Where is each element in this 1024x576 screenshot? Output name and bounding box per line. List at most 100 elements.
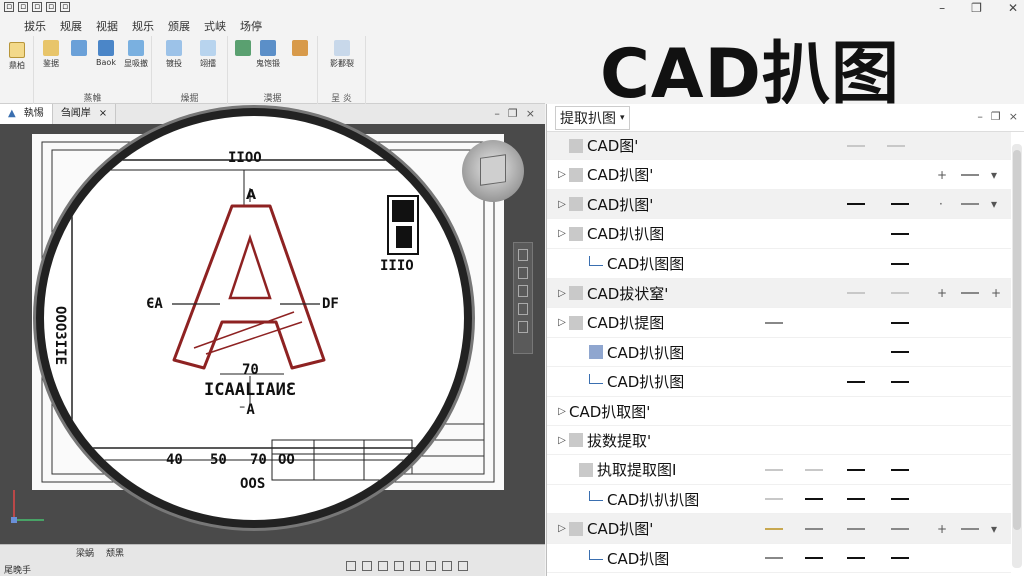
property-line[interactable] — [847, 380, 865, 383]
minimize-icon[interactable]: – — [939, 1, 945, 15]
zoom-icon[interactable] — [518, 267, 528, 279]
property-line[interactable] — [891, 292, 909, 294]
orbit-icon[interactable] — [518, 285, 528, 297]
tree-row[interactable]: ▷ CAD扒图' + ▾ — [547, 160, 1011, 190]
tool-measure[interactable] — [286, 40, 314, 58]
tab-1[interactable]: 规展 — [60, 18, 82, 34]
tool-5[interactable]: 翊擂 — [194, 40, 222, 69]
steering-wheel-icon[interactable] — [518, 321, 528, 333]
tool-1[interactable]: 鉴据 — [38, 40, 64, 69]
annotation-icon[interactable] — [442, 561, 452, 571]
polar-icon[interactable] — [394, 561, 404, 571]
tree-row[interactable]: CAD扒扒图 — [547, 338, 1011, 367]
property-line[interactable] — [765, 468, 783, 471]
property-line[interactable] — [805, 527, 823, 530]
expand-icon[interactable]: ▷ — [555, 228, 569, 239]
layout-tab-model[interactable]: 梁蜗 — [76, 546, 94, 559]
lineweight-icon[interactable] — [426, 561, 436, 571]
property-line[interactable] — [805, 498, 823, 500]
close-icon[interactable]: × — [526, 107, 535, 120]
property-line[interactable] — [847, 557, 865, 559]
property-line[interactable] — [961, 527, 979, 530]
property-line[interactable] — [891, 527, 909, 530]
expand-icon[interactable]: ▷ — [555, 406, 569, 417]
restore-icon[interactable]: ❐ — [508, 107, 518, 120]
property-line[interactable] — [891, 262, 909, 265]
minimize-icon[interactable]: – — [977, 110, 983, 123]
scrollbar[interactable] — [1012, 144, 1022, 568]
property-line[interactable] — [765, 321, 783, 324]
open-icon[interactable]: ▫ — [18, 2, 28, 12]
expand-icon[interactable]: ▷ — [555, 288, 569, 299]
showmotion-icon[interactable] — [518, 303, 528, 315]
tool-7[interactable]: 影鄱裂 — [324, 40, 360, 69]
restore-icon[interactable]: ❐ — [991, 110, 1001, 123]
scroll-thumb[interactable] — [1013, 150, 1021, 530]
property-line[interactable] — [891, 232, 909, 235]
property-line[interactable] — [765, 557, 783, 559]
tree-row[interactable]: CAD扒扒扒图 — [547, 485, 1011, 514]
tool-4[interactable]: 镀投 — [160, 40, 188, 69]
panel-title-dropdown[interactable]: 提取扒图 ▾ — [555, 105, 630, 130]
tab-4[interactable]: 颁展 — [168, 18, 190, 34]
new-icon[interactable]: ▫ — [4, 2, 14, 12]
property-line[interactable] — [847, 527, 865, 530]
pan-icon[interactable] — [518, 249, 528, 261]
tree-row[interactable]: CAD扒图图 — [547, 249, 1011, 279]
grid-icon[interactable] — [346, 561, 356, 571]
osnap-icon[interactable] — [410, 561, 420, 571]
property-line[interactable] — [961, 173, 979, 176]
property-line[interactable] — [961, 203, 979, 205]
close-icon[interactable]: ✕ — [1008, 1, 1018, 15]
property-line[interactable] — [765, 527, 783, 530]
tree-row[interactable]: CAD扒图 — [547, 544, 1011, 573]
tab-0[interactable]: 拔乐 — [24, 18, 46, 34]
property-line[interactable] — [805, 557, 823, 559]
expand-icon[interactable]: ▷ — [555, 435, 569, 446]
property-line[interactable] — [847, 203, 865, 205]
restore-icon[interactable]: ❐ — [971, 1, 982, 15]
tab-5[interactable]: 式峡 — [204, 18, 226, 34]
chevron-down-icon[interactable]: ▾ — [991, 168, 997, 182]
tree-row[interactable]: ▷ 拔数提取' — [547, 426, 1011, 455]
property-line[interactable] — [765, 498, 783, 500]
expand-icon[interactable]: ▷ — [555, 169, 569, 180]
layout-tab-1[interactable]: 颓黑 — [106, 546, 124, 559]
tool-6[interactable]: 鬼饱锻 — [254, 40, 282, 69]
tab-2[interactable]: 视据 — [96, 18, 118, 34]
redo-icon[interactable]: ▫ — [60, 2, 70, 12]
minimize-icon[interactable]: – — [494, 107, 500, 120]
tool-link[interactable] — [232, 40, 254, 58]
property-line[interactable] — [887, 144, 905, 147]
expand-icon[interactable]: ▷ — [555, 317, 569, 328]
ortho-icon[interactable] — [378, 561, 388, 571]
dot-icon[interactable]: · — [939, 197, 943, 211]
property-line[interactable] — [891, 203, 909, 205]
property-line[interactable] — [891, 498, 909, 500]
viewcube[interactable] — [462, 140, 524, 202]
close-icon[interactable]: × — [1009, 110, 1018, 123]
property-line[interactable] — [847, 292, 865, 294]
property-line[interactable] — [891, 351, 909, 353]
property-line[interactable] — [847, 144, 865, 147]
property-line[interactable] — [847, 498, 865, 500]
expand-icon[interactable]: ▷ — [555, 199, 569, 210]
add-icon[interactable]: + — [937, 168, 947, 182]
chevron-down-icon[interactable]: ▾ — [991, 522, 997, 536]
tree-row[interactable]: ▷ CAD拔状窒' + + — [547, 279, 1011, 308]
snap-icon[interactable] — [362, 561, 372, 571]
draw-tool[interactable]: 鼎柏 — [4, 42, 30, 71]
tree-row[interactable]: ▷ CAD扒取图' — [547, 397, 1011, 426]
add-icon[interactable]: + — [991, 286, 1001, 300]
save-icon[interactable]: ▫ — [32, 2, 42, 12]
tab-6[interactable]: 场停 — [240, 18, 262, 34]
tab-3[interactable]: 规乐 — [132, 18, 154, 34]
property-line[interactable] — [891, 380, 909, 383]
expand-icon[interactable]: ▷ — [555, 523, 569, 534]
tool-trim[interactable] — [68, 40, 90, 58]
property-line[interactable] — [891, 557, 909, 559]
property-line[interactable] — [891, 321, 909, 324]
property-line[interactable] — [891, 468, 909, 471]
tree-row[interactable]: ▷ CAD扒图' · ▾ — [547, 190, 1011, 219]
workspace-icon[interactable] — [458, 561, 468, 571]
